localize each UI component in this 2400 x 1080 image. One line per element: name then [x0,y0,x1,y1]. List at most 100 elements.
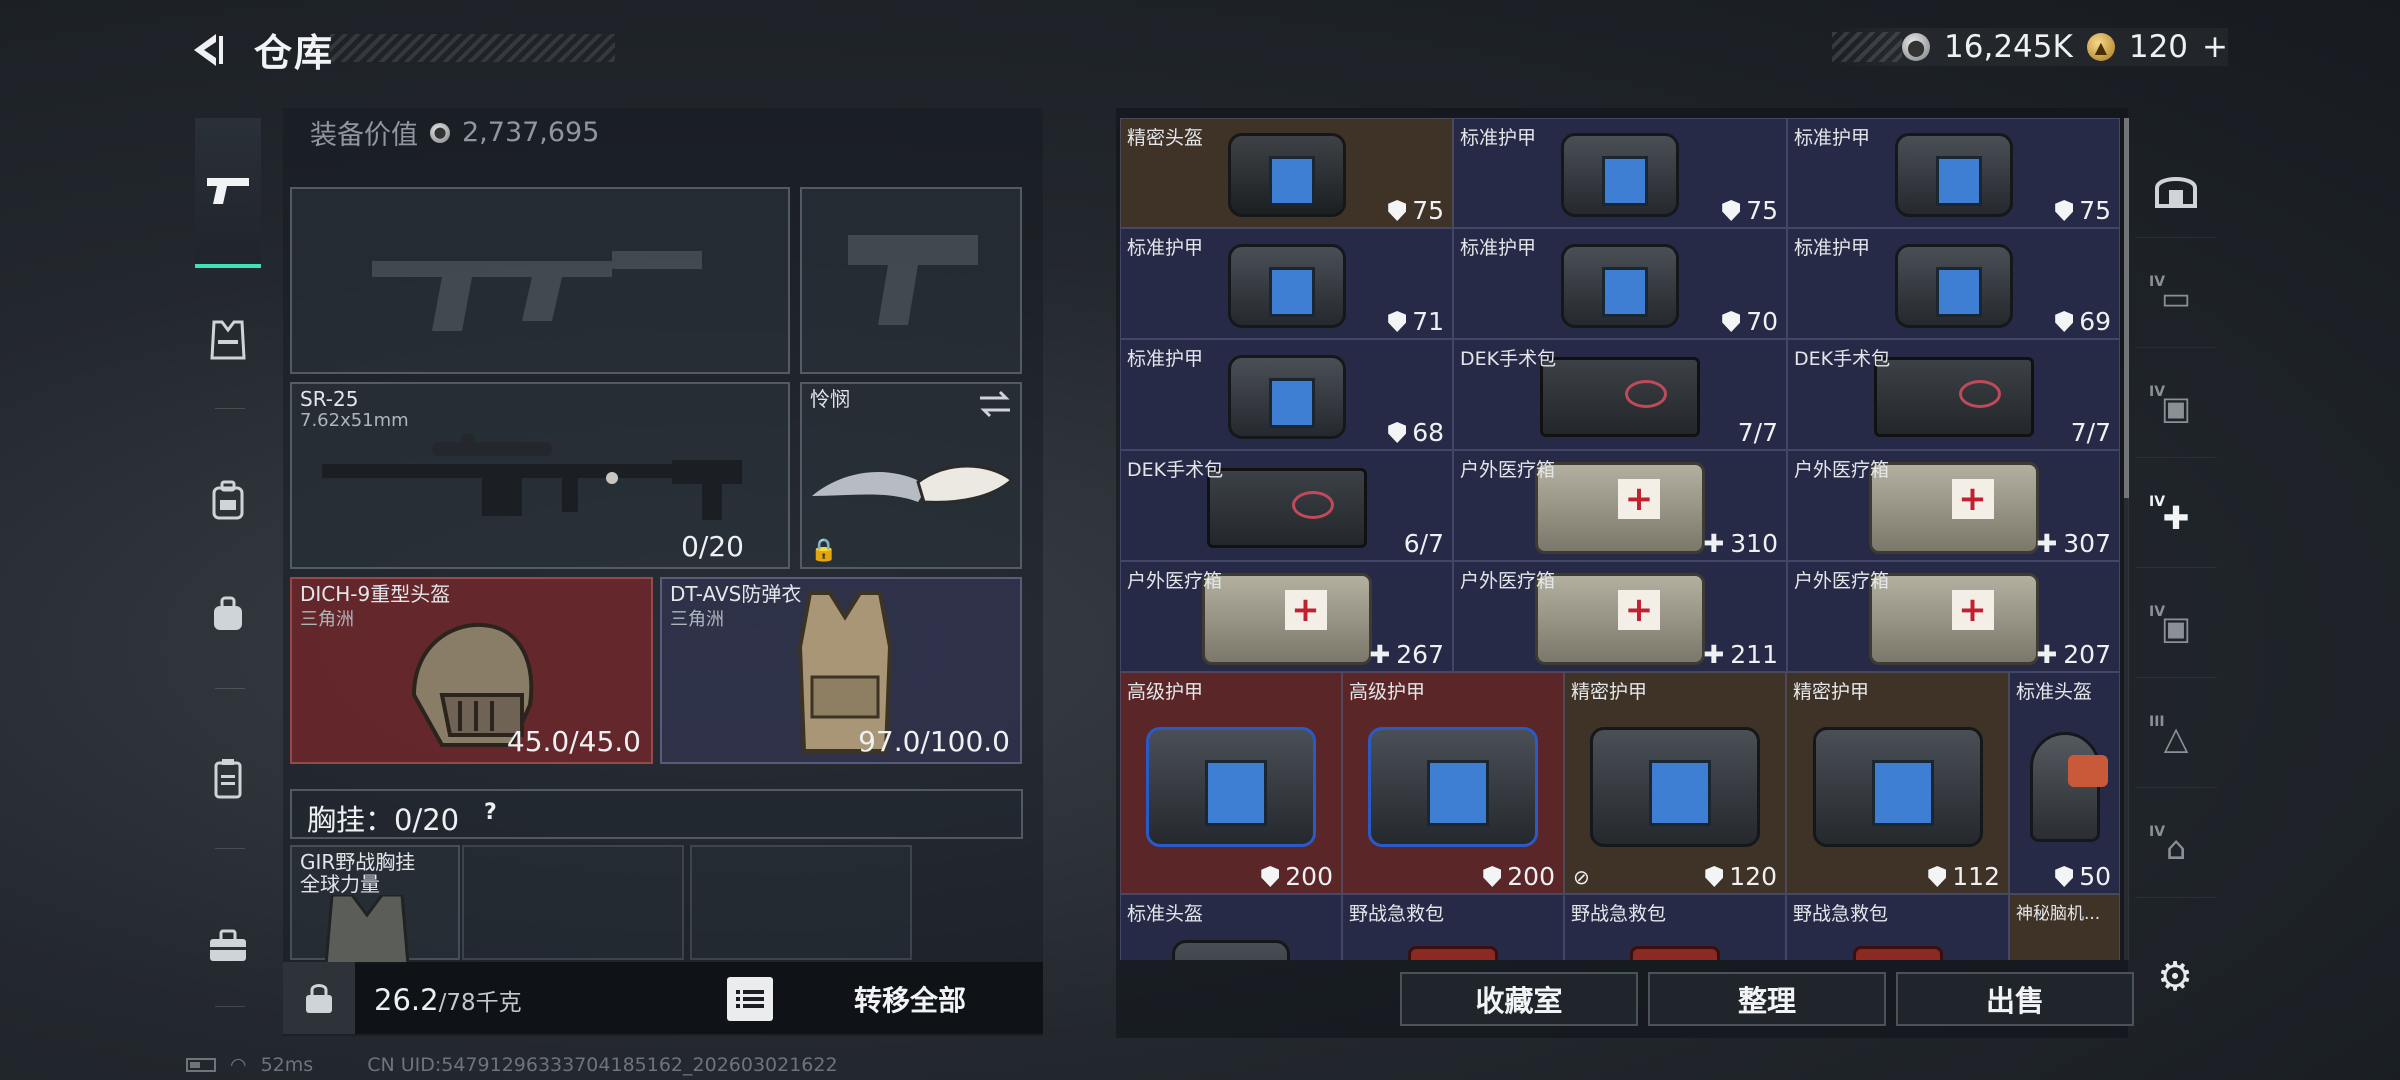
item-name: 标准头盔 [2016,681,2093,703]
primary-weapon-slot-empty[interactable] [290,187,790,374]
stash-item[interactable]: 标准护甲 69 [1787,228,2120,339]
shield-icon [2055,311,2074,332]
stash-item[interactable]: 精密头盔 75 [1120,118,1453,228]
item-name: 户外医疗箱 [1794,570,1890,592]
transfer-all-button[interactable]: 转移全部 [790,972,1030,1026]
filter-tier4-gear-tab[interactable]: IV ▣ [2135,358,2217,458]
helmet-name: DICH-9重型头盔 [300,582,451,606]
list-view-button[interactable] [727,977,773,1021]
weight-lock-button[interactable] [283,962,355,1034]
armor-slot[interactable]: DT-AVS防弹衣 三角洲 97.0/100.0 [660,577,1022,764]
stash-item[interactable]: 标准护甲 70 [1453,228,1787,339]
item-name: 野战急救包 [1571,903,1667,925]
swap-icon[interactable] [978,390,1012,418]
filter-tier4-tools-tab[interactable]: IV ▣ [2135,578,2217,678]
helmet-durability: 45.0/45.0 [506,725,641,758]
misc-case-icon: ⌂ [2165,828,2187,867]
stash-item[interactable]: 标准护甲 71 [1120,228,1453,339]
surgery-kit-icon [1540,356,1700,437]
organize-button[interactable]: 整理 [1648,972,1886,1026]
stash-item[interactable]: 高级护甲 200 [1120,672,1342,894]
item-value: 120 [1729,862,1777,891]
stash-item[interactable]: 标准头盔 50 [2009,672,2120,894]
medical-box-icon [1535,461,1705,554]
weapon-ammo-count: 0/20 [681,530,744,563]
item-value: 69 [2079,307,2111,336]
title-decoration [330,34,615,62]
item-name: 标准护甲 [1127,237,1204,259]
carry-weight-current: 26.2 [374,983,439,1017]
collection-room-button[interactable]: 收藏室 [1400,972,1638,1026]
stash-item[interactable]: DEK手术包 7/7 [1787,339,2120,450]
stash-item[interactable]: DEK手术包 7/7 [1453,339,1787,450]
nav-case-tab[interactable] [195,748,261,808]
stash-item[interactable]: 精密护甲 ⊘ 120 [1564,672,1786,894]
stash-item[interactable]: 户外医疗箱 ✚267 [1120,561,1453,672]
chest-rig-pocket-slot[interactable] [690,845,912,960]
item-name: 标准护甲 [1460,127,1537,149]
item-name: 高级护甲 [1349,681,1426,703]
page-title: 仓库 [254,31,335,75]
stash-scrollbar-track[interactable] [2124,118,2129,960]
stash-item[interactable]: 野战急救包 [1564,894,1786,960]
secondary-weapon-slot-empty[interactable] [800,187,1022,374]
sell-button[interactable]: 出售 [1896,972,2134,1026]
item-name: 户外医疗箱 [1460,459,1556,481]
item-value: 71 [1412,307,1444,336]
primary-weapon-slot[interactable]: SR-25 7.62x51mm 0/20 [290,382,790,569]
shield-icon [2055,866,2074,887]
stash-grid: 精密头盔 75 标准护甲 75 标准护甲 75 标准护甲 71 标准护甲 70 … [1120,118,2120,960]
filter-tier4-medical-tab[interactable]: IV ✚ [2135,468,2217,568]
stash-item[interactable]: 精密护甲 112 [1786,672,2009,894]
filter-tier4-folder-tab[interactable]: IV ▭ [2135,248,2217,348]
silver-coin-icon: ⬤ [430,122,450,143]
stash-item[interactable]: 标准护甲 75 [1787,118,2120,228]
stash-item[interactable]: DEK手术包 6/7 [1120,450,1453,561]
filter-all-tab[interactable] [2135,138,2217,238]
stash-item[interactable]: 户外医疗箱 ✚207 [1787,561,2120,672]
item-value: 200 [1285,862,1333,891]
chest-rig-pocket-slot[interactable] [462,845,684,960]
settings-gear-icon[interactable]: ⚙ [2150,952,2200,1002]
nav-toolbox-tab[interactable] [195,916,261,976]
filter-tier4-misc-tab[interactable]: IV ⌂ [2135,798,2217,898]
nav-chest-rig-tab[interactable] [195,310,261,370]
item-name: 神秘脑机... [2016,904,2101,924]
shield-icon [1928,866,1947,887]
melee-name: 怜悯 [810,387,850,411]
armor-name: DT-AVS防弹衣 [670,582,802,606]
item-value: 68 [1412,418,1444,447]
add-currency-button[interactable]: + [2202,29,2228,65]
nav-backpack-tab[interactable] [195,470,261,530]
carry-weight-max: /78千克 [438,990,522,1016]
medical-box-icon [1201,572,1372,665]
armor-durability: 97.0/100.0 [858,725,1010,758]
stash-item[interactable]: 标准头盔 [1120,894,1342,960]
stash-item[interactable]: 神秘脑机... [2009,894,2120,960]
filter-tier3-ammo-tab[interactable]: III △ [2135,688,2217,788]
helmet-item-icon [1227,133,1346,218]
stash-item[interactable]: 户外医疗箱 ✚211 [1453,561,1787,672]
stash-item[interactable]: 户外医疗箱 ✚307 [1787,450,2120,561]
stash-item[interactable]: 户外医疗箱 ✚310 [1453,450,1787,561]
item-name: 户外医疗箱 [1794,459,1890,481]
pistol-silhouette-icon [848,235,978,325]
stash-scrollbar-thumb[interactable] [2124,118,2129,498]
stash-item[interactable]: 标准护甲 68 [1120,339,1453,450]
helmet-item-icon [2029,732,2108,843]
nav-pouch-tab[interactable] [195,584,261,644]
medical-box-icon [1868,461,2039,554]
back-button[interactable] [180,22,236,78]
chest-rig-slot[interactable]: GIR野战胸挂 全球力量 [290,845,460,965]
stash-item[interactable]: 标准护甲 75 [1453,118,1787,228]
chest-rig-help-button[interactable]: ? [484,800,510,826]
stash-item[interactable]: 野战急救包 [1786,894,2009,960]
stash-item[interactable]: 高级护甲 200 [1342,672,1564,894]
melee-slot[interactable]: 怜悯 🔒 [800,382,1022,569]
stash-item[interactable]: 野战急救包 [1342,894,1564,960]
nav-weapons-tab[interactable] [195,118,261,268]
first-aid-kit-icon [1630,946,1720,960]
wifi-icon: ◠ [230,1054,247,1076]
item-name: 精密护甲 [1571,681,1648,703]
helmet-slot[interactable]: DICH-9重型头盔 三角洲 45.0/45.0 [290,577,653,764]
